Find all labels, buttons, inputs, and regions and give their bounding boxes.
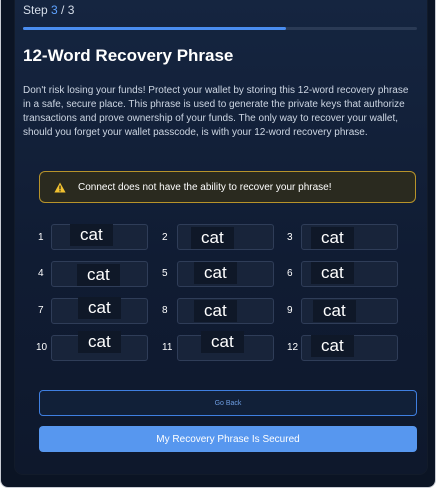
word-value: cat <box>194 300 237 322</box>
word-number: 8 <box>162 305 168 316</box>
word-value: cat <box>70 224 113 246</box>
word-value: cat <box>78 331 121 353</box>
warning-triangle-icon <box>53 180 67 194</box>
word-value: cat <box>313 300 356 322</box>
word-number: 6 <box>287 268 293 279</box>
step-total: 3 <box>67 3 75 17</box>
word-number: 2 <box>162 232 168 243</box>
word-number: 9 <box>287 305 293 316</box>
step-separator: / <box>57 3 68 17</box>
step-indicator: Step 3 / 3 <box>23 3 74 17</box>
step-prefix: Step <box>23 3 52 17</box>
word-number: 10 <box>36 342 48 353</box>
step-current: 3 <box>51 3 58 17</box>
word-number: 1 <box>38 232 44 243</box>
app-frame: Step 3 / 3 12-Word Recovery Phrase Don't… <box>0 0 436 488</box>
warning-banner: Connect does not have the ability to rec… <box>39 171 416 203</box>
phrase-secured-button[interactable]: My Recovery Phrase Is Secured <box>39 426 417 452</box>
description-text: Don't risk losing your funds! Protect yo… <box>23 85 409 138</box>
word-value: cat <box>311 262 354 284</box>
word-value: cat <box>78 297 121 319</box>
word-number: 7 <box>38 305 44 316</box>
step-progress-bar <box>23 27 417 30</box>
word-number: 5 <box>162 268 168 279</box>
word-number: 4 <box>38 268 44 279</box>
word-number: 11 <box>162 342 173 353</box>
word-value: cat <box>311 227 354 249</box>
word-value: cat <box>194 262 237 284</box>
word-value: cat <box>191 227 234 249</box>
word-value: cat <box>311 335 354 357</box>
go-back-button[interactable]: Go Back <box>39 390 417 416</box>
word-value: cat <box>77 264 120 286</box>
page-title: 12-Word Recovery Phrase <box>23 46 234 65</box>
step-progress-fill <box>23 27 286 30</box>
word-value: cat <box>201 331 244 353</box>
word-number: 3 <box>287 232 293 243</box>
warning-text: Connect does not have the ability to rec… <box>78 181 332 193</box>
word-number: 12 <box>287 342 299 353</box>
